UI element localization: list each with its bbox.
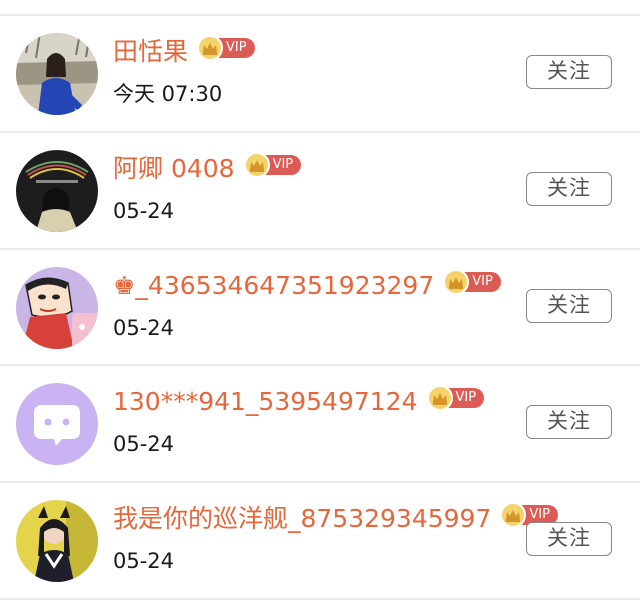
avatar[interactable] <box>16 150 98 232</box>
avatar-default-chat-bubble <box>16 383 98 465</box>
follow-button[interactable]: 关注 <box>526 289 612 323</box>
divider <box>0 598 640 600</box>
user-name-row: ♚_436534647351923297 VIP <box>113 268 501 304</box>
follow-button[interactable]: 关注 <box>526 55 612 89</box>
list-item[interactable]: 田恬果 VIP 今天 07:30 关注 <box>0 16 640 131</box>
timestamp: 05-24 <box>113 432 175 456</box>
crown-suit-icon: ♚ <box>113 271 136 300</box>
avatar-photo-woman-dark <box>16 150 98 232</box>
list-item[interactable]: 我是你的巡洋舰_875329345997 VIP 05-24 关注 <box>0 483 640 598</box>
avatar-photo-woman-blue-sweater <box>16 33 98 115</box>
user-name[interactable]: 130***941_5395497124 <box>113 384 418 420</box>
timestamp: 05-24 <box>113 199 175 223</box>
follower-list: 田恬果 VIP 今天 07:30 关注 阿卿 0408 VIP 05-24 关注… <box>0 0 640 613</box>
vip-badge: VIP <box>426 385 485 411</box>
user-name[interactable]: 阿卿 0408 <box>113 151 235 187</box>
avatar[interactable] <box>16 267 98 349</box>
timestamp: 05-24 <box>113 549 175 573</box>
timestamp: 今天 07:30 <box>113 82 223 106</box>
avatar[interactable] <box>16 500 98 582</box>
list-item[interactable]: ♚_436534647351923297 VIP 05-24 关注 <box>0 250 640 365</box>
avatar[interactable] <box>16 33 98 115</box>
user-name[interactable]: ♚_436534647351923297 <box>113 268 434 304</box>
user-name-row: 阿卿 0408 VIP <box>113 151 302 187</box>
vip-badge: VIP <box>243 152 302 178</box>
user-name-row: 田恬果 VIP <box>113 34 255 70</box>
avatar-photo-girl-cat-ears <box>16 500 98 582</box>
crown-icon <box>243 152 270 178</box>
list-item[interactable]: 130***941_5395497124 VIP 05-24 关注 <box>0 366 640 481</box>
follow-button[interactable]: 关注 <box>526 172 612 206</box>
list-item[interactable]: 阿卿 0408 VIP 05-24 关注 <box>0 133 640 248</box>
crown-icon <box>197 35 224 61</box>
follow-button[interactable]: 关注 <box>526 405 612 439</box>
vip-badge: VIP <box>197 35 255 61</box>
user-name-row: 130***941_5395497124 VIP <box>113 384 485 420</box>
avatar[interactable] <box>16 383 98 465</box>
follow-button[interactable]: 关注 <box>526 522 612 556</box>
vip-badge: VIP <box>443 269 501 295</box>
user-name[interactable]: 我是你的巡洋舰_875329345997 <box>113 501 491 537</box>
avatar-cartoon-crayon-shin-chan <box>16 267 98 349</box>
user-name-row: 我是你的巡洋舰_875329345997 VIP <box>113 501 558 537</box>
timestamp: 05-24 <box>113 316 175 340</box>
user-name[interactable]: 田恬果 <box>113 34 188 70</box>
crown-icon <box>426 385 453 411</box>
